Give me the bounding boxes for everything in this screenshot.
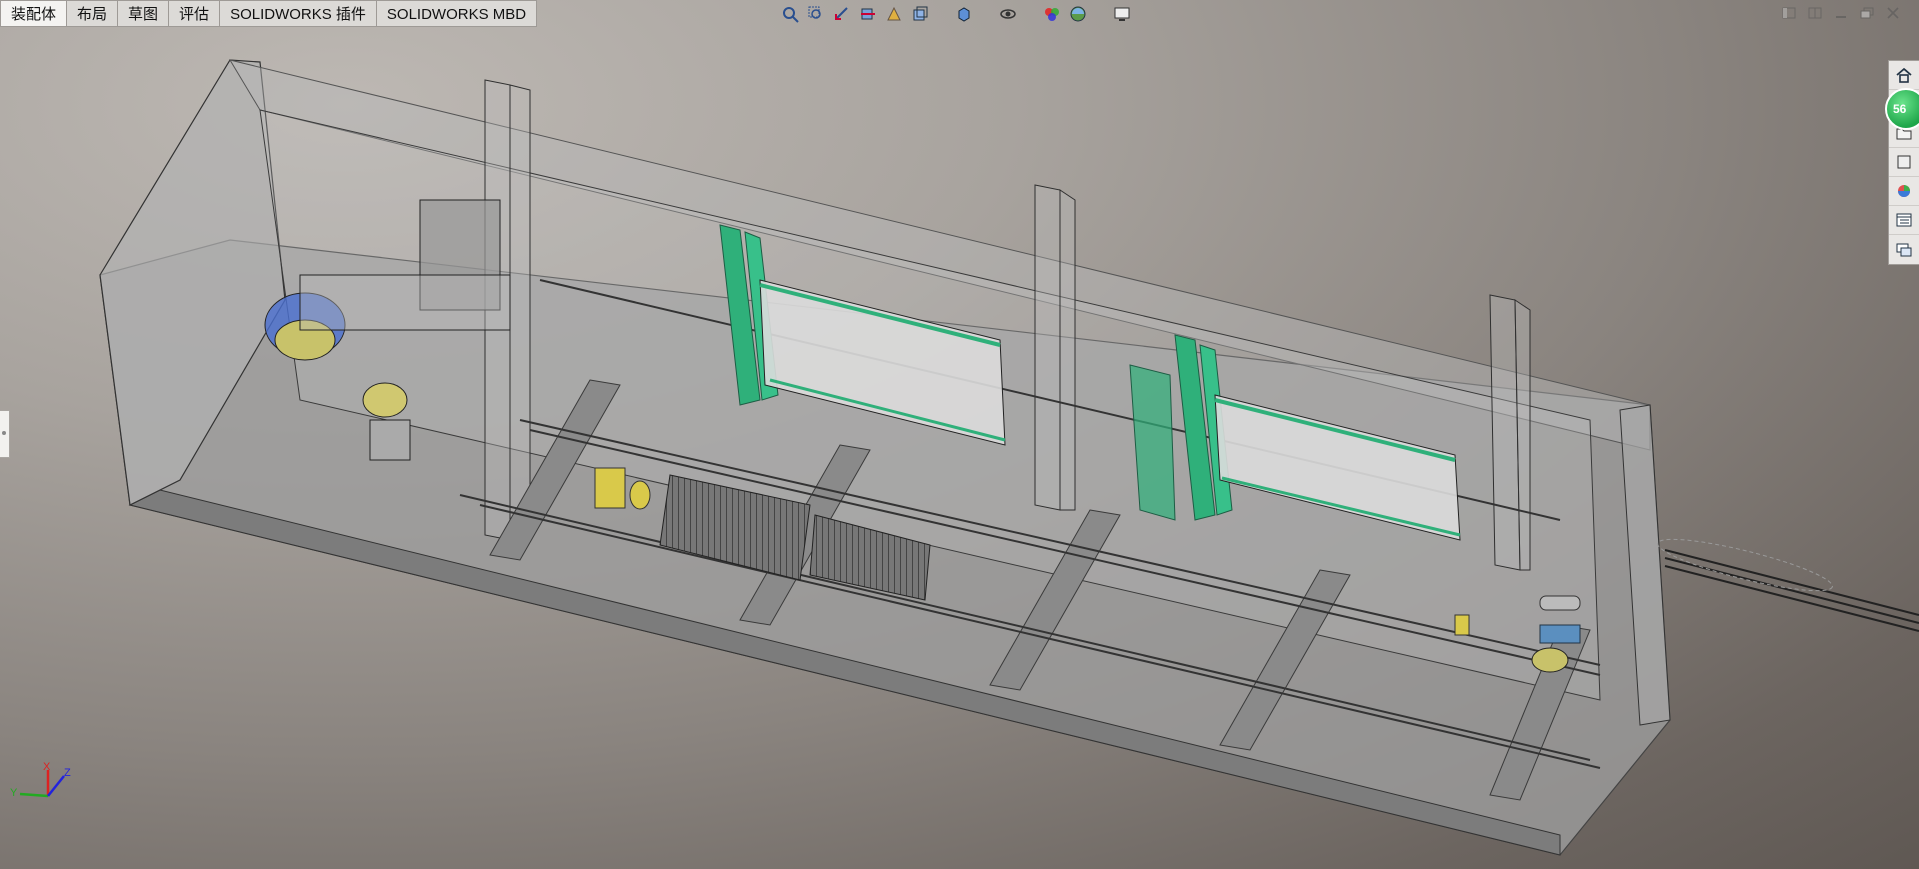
- graphics-area[interactable]: [0, 0, 1919, 869]
- zoom-to-fit-icon[interactable]: [780, 4, 800, 24]
- triad-axis-z-line: [47, 775, 65, 797]
- triad-label-y: Y: [10, 787, 18, 799]
- heads-up-view-toolbar: [780, 4, 1132, 24]
- blue-motor: [1539, 624, 1581, 644]
- custom-properties-icon[interactable]: [1889, 206, 1919, 235]
- minimize-icon[interactable]: [1833, 6, 1849, 20]
- tab-layout[interactable]: 布局: [67, 0, 119, 27]
- tab-evaluate[interactable]: 评估: [169, 0, 221, 27]
- solidworks-window: 装配体 布局 草图 评估 SOLIDWORKS 插件 SOLIDWORKS MB…: [0, 0, 1919, 869]
- triad-label-x: X: [43, 761, 51, 773]
- dynamic-annotation-view-icon[interactable]: [884, 4, 904, 24]
- triad-axis-x-line: [19, 792, 49, 798]
- display-style-icon[interactable]: [954, 4, 974, 24]
- feature-manager-handle[interactable]: [0, 410, 10, 458]
- extension-rail: [1657, 538, 1919, 632]
- view-orientation-icon[interactable]: [910, 4, 930, 24]
- maximize-icon[interactable]: [1859, 6, 1875, 20]
- tab-solidworks-mbd[interactable]: SOLIDWORKS MBD: [376, 0, 538, 27]
- previous-view-icon[interactable]: [832, 4, 852, 24]
- assembly-model[interactable]: [99, 59, 1919, 856]
- tab-sketch[interactable]: 草图: [118, 0, 170, 27]
- appearances-scenes-icon[interactable]: [1889, 177, 1919, 206]
- view-palette-icon[interactable]: [1889, 148, 1919, 177]
- tab-solidworks-addins[interactable]: SOLIDWORKS 插件: [220, 0, 377, 27]
- notification-badge[interactable]: 56: [1885, 88, 1919, 130]
- hide-show-items-icon[interactable]: [998, 4, 1018, 24]
- right-reel: [1531, 647, 1569, 673]
- apply-scene-icon[interactable]: [1068, 4, 1088, 24]
- reference-triad: X Y Z: [10, 761, 71, 799]
- forum-icon[interactable]: [1889, 235, 1919, 264]
- close-icon[interactable]: [1885, 6, 1901, 20]
- right-pipe: [1539, 595, 1581, 611]
- view-settings-icon[interactable]: [1112, 4, 1132, 24]
- solidworks-resources-icon[interactable]: [1889, 61, 1919, 90]
- tab-assembly[interactable]: 装配体: [0, 0, 68, 27]
- tile-icon[interactable]: [1807, 6, 1823, 20]
- window-controls: [1781, 6, 1901, 20]
- command-manager-tabs: 装配体 布局 草图 评估 SOLIDWORKS 插件 SOLIDWORKS MB…: [0, 0, 538, 28]
- edit-appearance-icon[interactable]: [1042, 4, 1062, 24]
- restore-icon[interactable]: [1781, 6, 1797, 20]
- zoom-to-area-icon[interactable]: [806, 4, 826, 24]
- triad-label-z: Z: [64, 767, 71, 779]
- section-view-icon[interactable]: [858, 4, 878, 24]
